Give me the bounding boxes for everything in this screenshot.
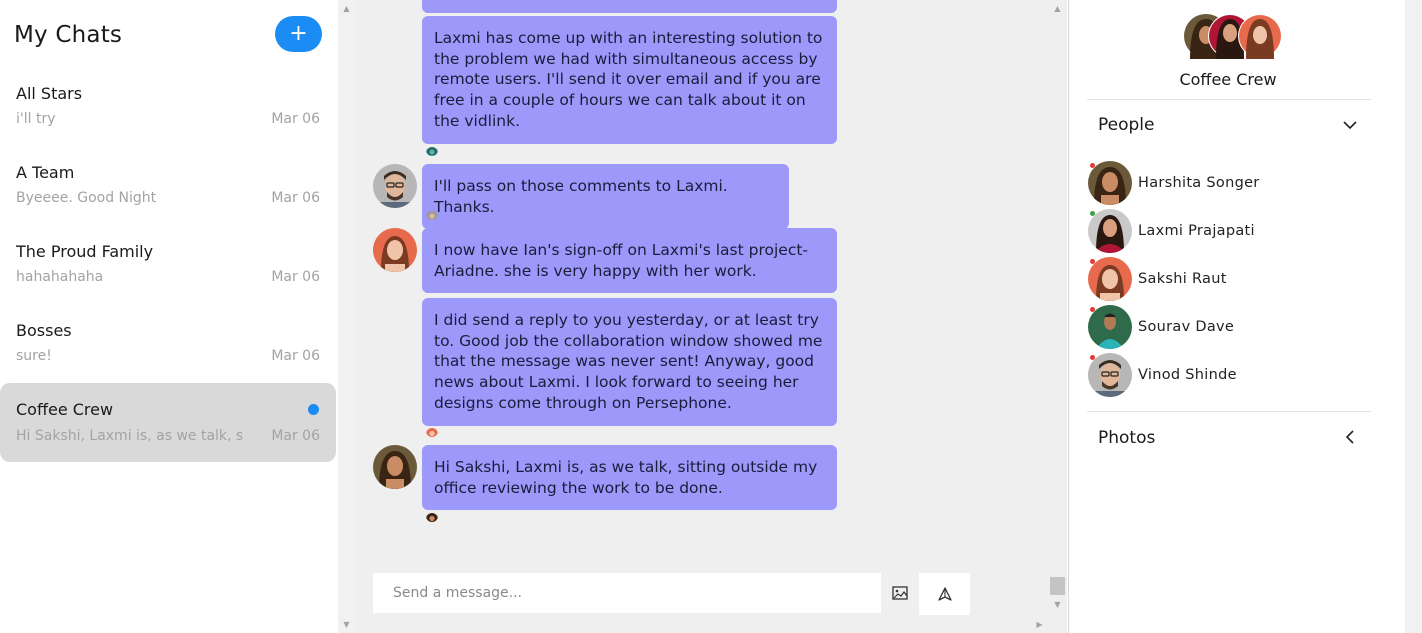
sender-avatar (373, 164, 417, 208)
chat-preview: Hi Sakshi, Laxmi is, as we talk, sitting… (16, 428, 244, 444)
person-item[interactable]: Harshita Songer (1088, 161, 1378, 207)
chat-list-panel: My Chats + All Stars i'll try Mar 06 A T… (0, 0, 337, 633)
message-bubble-partial (422, 0, 837, 13)
page-title: My Chats (14, 22, 123, 48)
status-indicator (1090, 211, 1095, 216)
chat-preview: Byeeee. Good Night (16, 190, 157, 206)
chat-item-a-team[interactable]: A Team Byeeee. Good Night Mar 06 (0, 157, 336, 235)
message-bubble: I now have Ian's sign-off on Laxmi's las… (422, 228, 837, 294)
status-indicator (1090, 307, 1095, 312)
chat-date: Mar 06 (271, 190, 320, 206)
chat-preview: hahahahaha (16, 269, 104, 285)
message-bubble: I did send a reply to you yesterday, or … (422, 298, 837, 426)
chevron-left-icon (1345, 430, 1354, 444)
chat-name: A Team (16, 163, 75, 182)
chat-date: Mar 06 (271, 269, 320, 285)
send-button[interactable] (919, 573, 970, 615)
message-bubble: I'll pass on those comments to Laxmi. Th… (422, 164, 789, 230)
person-item[interactable]: Sakshi Raut (1088, 257, 1378, 303)
person-name: Vinod Shinde (1138, 367, 1237, 383)
chat-item-coffee-crew[interactable]: Coffee Crew Hi Sakshi, Laxmi is, as we t… (0, 383, 336, 462)
chat-item-all-stars[interactable]: All Stars i'll try Mar 06 (0, 78, 336, 156)
message-input[interactable] (373, 573, 881, 613)
attach-image-button[interactable] (885, 578, 915, 608)
avatar (1088, 257, 1132, 301)
divider (1087, 99, 1371, 100)
chat-name: All Stars (16, 84, 83, 103)
chevron-down-icon (1343, 121, 1357, 130)
photos-section-title[interactable]: Photos (1098, 428, 1155, 448)
messages-scrollbar[interactable]: ▲ ▼ ▶ (1036, 0, 1067, 633)
scroll-right-arrow-icon[interactable]: ▶ (1031, 616, 1048, 633)
person-item[interactable]: Vinod Shinde (1088, 353, 1378, 399)
chat-preview: i'll try (16, 111, 56, 127)
avatar (1088, 353, 1132, 397)
sender-avatar (373, 445, 417, 489)
person-name: Sakshi Raut (1138, 271, 1227, 287)
avatar (1088, 209, 1132, 253)
unread-indicator (308, 404, 319, 415)
people-toggle-button[interactable] (1341, 116, 1361, 136)
messages-panel: Laxmi has come up with an interesting so… (355, 0, 1067, 633)
page-scrollbar[interactable] (1405, 0, 1422, 633)
chat-name: Coffee Crew (16, 400, 114, 419)
person-name: Laxmi Prajapati (1138, 223, 1255, 239)
person-name: Sourav Dave (1138, 319, 1235, 335)
chat-list-scrollbar[interactable]: ▲ ▼ (338, 0, 355, 633)
read-receipt-avatar (426, 510, 438, 522)
chat-item-bosses[interactable]: Bosses sure! Mar 06 (0, 315, 336, 393)
chat-date: Mar 06 (271, 348, 320, 364)
scroll-up-arrow-icon[interactable]: ▲ (338, 0, 355, 17)
avatar (1088, 161, 1132, 205)
chat-name: The Proud Family (16, 242, 154, 261)
chat-details-panel: Coffee Crew People Harshita Songer Laxmi… (1068, 0, 1405, 633)
sender-avatar (373, 228, 417, 272)
send-icon (937, 587, 952, 601)
avatar (1088, 305, 1132, 349)
chat-date: Mar 06 (271, 428, 320, 444)
message-bubble: Hi Sakshi, Laxmi is, as we talk, sitting… (422, 445, 837, 511)
status-indicator (1090, 163, 1095, 168)
divider (1087, 411, 1371, 412)
group-avatar-stack (1182, 13, 1292, 59)
photos-toggle-button[interactable] (1341, 428, 1361, 448)
read-receipt-avatar (426, 425, 438, 437)
status-indicator (1090, 259, 1095, 264)
read-receipt-avatar (426, 144, 438, 156)
status-indicator (1090, 355, 1095, 360)
new-chat-button[interactable]: + (275, 16, 322, 52)
chat-item-the-proud-family[interactable]: The Proud Family hahahahaha Mar 06 (0, 236, 336, 314)
message-bubble: Laxmi has come up with an interesting so… (422, 16, 837, 144)
people-section-title[interactable]: People (1098, 115, 1154, 135)
person-item[interactable]: Laxmi Prajapati (1088, 209, 1378, 255)
group-name: Coffee Crew (1179, 70, 1277, 89)
chat-date: Mar 06 (271, 111, 320, 127)
chat-list-header: My Chats + (0, 0, 337, 78)
chat-name: Bosses (16, 321, 72, 340)
scroll-down-arrow-icon[interactable]: ▼ (1049, 596, 1066, 613)
person-name: Harshita Songer (1138, 175, 1260, 191)
image-icon (892, 586, 908, 600)
person-item[interactable]: Sourav Dave (1088, 305, 1378, 351)
scroll-up-arrow-icon[interactable]: ▲ (1049, 0, 1066, 17)
scroll-down-arrow-icon[interactable]: ▼ (338, 616, 355, 633)
chat-preview: sure! (16, 348, 52, 364)
scrollbar-thumb[interactable] (1050, 577, 1065, 595)
read-receipt-avatar (426, 208, 438, 220)
